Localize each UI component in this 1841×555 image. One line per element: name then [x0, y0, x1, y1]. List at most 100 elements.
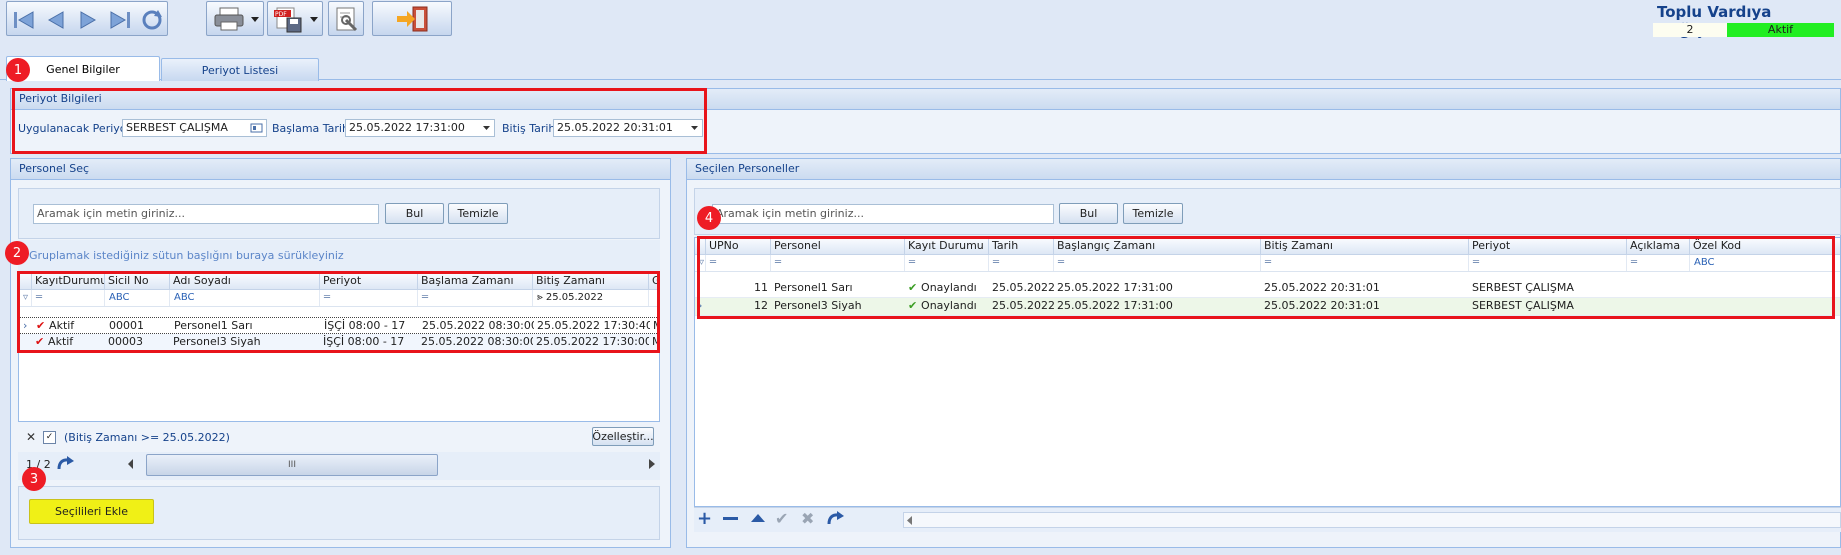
column-header[interactable]: Bitiş Zamanı	[533, 273, 649, 290]
filter-equals-icon[interactable]: ═	[905, 255, 989, 271]
print-button[interactable]	[206, 1, 264, 36]
approved-check-icon: ✔	[908, 299, 922, 312]
lookup-icon[interactable]	[250, 122, 264, 134]
printer-icon	[214, 7, 244, 31]
last-record-button[interactable]	[105, 3, 135, 36]
table-row[interactable]: › 12 Personel3 Siyah ✔ Onaylandı 25.05.2…	[695, 298, 1840, 316]
column-header[interactable]: Adı Soyadı	[170, 273, 320, 290]
column-header[interactable]: Açıklama	[1627, 238, 1690, 255]
left-search-input[interactable]: Aramak için metin giriniz...	[33, 204, 379, 224]
g-cell: M	[650, 318, 659, 333]
filter-equals-icon[interactable]: ═	[989, 255, 1054, 271]
column-header[interactable]: G	[649, 273, 659, 290]
add-selected-button[interactable]: Seçilileri Ekle	[29, 499, 154, 524]
exit-button[interactable]	[372, 1, 452, 36]
previous-record-button[interactable]	[41, 3, 71, 36]
start-date-value: 25.05.2022 17:31:00	[349, 121, 465, 134]
text-filter-icon[interactable]: ABC	[170, 290, 320, 306]
period-cell: SERBEST ÇALIŞMA	[1472, 281, 1574, 294]
pdf-export-button[interactable]: PDF	[267, 1, 323, 36]
left-filter-row: ▿ ═ ABC ABC ═ ═ ⪢ 25.05.2022	[19, 290, 659, 307]
redo-icon[interactable]	[56, 455, 76, 473]
check-icon: ✔	[36, 319, 50, 332]
upno-cell: 11	[754, 281, 768, 294]
filter-equals-icon[interactable]: ═	[706, 255, 771, 271]
table-row[interactable]: ✔ Aktif 00003 Personel3 Siyah İŞÇİ 08:00…	[19, 334, 659, 351]
add-icon[interactable]: +	[697, 508, 712, 530]
right-find-button[interactable]: Bul	[1059, 203, 1118, 224]
text-filter-icon[interactable]: ABC	[105, 290, 170, 306]
status-badge: Aktif	[1727, 23, 1834, 37]
table-row[interactable]: › ✔ Aktif 00001 Personel1 Sarı İŞÇİ 08:0…	[19, 317, 659, 334]
check-icon: ✔	[35, 335, 49, 348]
column-header[interactable]: Başlama Zamanı	[418, 273, 533, 290]
filter-enable-checkbox[interactable]: ✓	[43, 431, 56, 444]
status-value: Aktif	[49, 319, 75, 332]
row-indicator-header	[695, 238, 706, 255]
left-grid: KayıtDurumu Sicil No Adı Soyadı Periyot …	[18, 272, 660, 422]
status-cell: ✔ Aktif	[33, 318, 106, 333]
filter-equals-icon[interactable]: ═	[32, 290, 105, 306]
next-record-icon	[80, 10, 97, 29]
period-field[interactable]: SERBEST ÇALIŞMA	[122, 119, 267, 137]
end-date-field[interactable]: 25.05.2022 20:31:01	[553, 119, 703, 137]
column-header[interactable]: Başlangıç Zamanı	[1054, 238, 1261, 255]
tab-periyot-listesi[interactable]: Periyot Listesi	[161, 58, 319, 81]
end-date-filter[interactable]: ⪢ 25.05.2022	[533, 290, 649, 306]
start-date-field[interactable]: 25.05.2022 17:31:00	[345, 119, 495, 137]
settings-button[interactable]	[328, 1, 364, 36]
annotation-badge-2: 2	[5, 241, 29, 265]
column-header[interactable]: Kayıt Durumu	[905, 238, 989, 255]
right-horizontal-scrollbar[interactable]	[903, 512, 1841, 528]
end-cell: 25.05.2022 20:31:01	[1264, 299, 1380, 312]
column-header[interactable]: KayıtDurumu	[32, 273, 105, 290]
end-date-value: 25.05.2022 20:31:01	[557, 121, 673, 134]
column-header[interactable]: Sicil No	[105, 273, 170, 290]
right-filter-row: ▿ ═ ═ ═ ═ ═ ═ ═ ═ ABC	[695, 255, 1840, 272]
navigation-toolbar	[6, 1, 168, 36]
annotation-badge-1: 1	[6, 58, 30, 82]
left-find-button[interactable]: Bul	[385, 203, 444, 224]
column-header[interactable]: UPNo	[706, 238, 771, 255]
column-header[interactable]: Periyot	[1469, 238, 1627, 255]
start-cell: 25.05.2022 08:30:00	[422, 319, 534, 332]
first-record-button[interactable]	[9, 3, 39, 36]
scroll-right-icon[interactable]	[649, 459, 655, 469]
refresh-button[interactable]	[137, 3, 167, 36]
right-search-input[interactable]: Aramak için metin giriniz...	[712, 204, 1054, 224]
customize-button[interactable]: Özelleştir...	[592, 427, 654, 446]
filter-text: (Bitiş Zamanı >= 25.05.2022)	[64, 431, 230, 444]
table-row[interactable]: 11 Personel1 Sarı ✔ Onaylandı 25.05.2022…	[695, 280, 1840, 298]
left-clear-button[interactable]: Temizle	[448, 203, 508, 224]
close-filter-icon[interactable]: ✕	[26, 430, 36, 444]
scroll-left-icon[interactable]	[907, 516, 913, 525]
column-header[interactable]: Periyot	[320, 273, 418, 290]
filter-equals-icon[interactable]: ═	[771, 255, 905, 271]
move-up-icon[interactable]	[751, 513, 765, 523]
undo-icon[interactable]	[826, 510, 846, 527]
filter-equals-icon[interactable]: ═	[320, 290, 418, 306]
text-filter-icon[interactable]: ABC	[1690, 255, 1840, 271]
end-cell: 25.05.2022 17:30:40	[537, 319, 650, 332]
column-header[interactable]: Tarih	[989, 238, 1054, 255]
filter-equals-icon[interactable]: ═	[1627, 255, 1690, 271]
next-record-button[interactable]	[73, 3, 103, 36]
column-header[interactable]: Özel Kod	[1690, 238, 1840, 255]
confirm-icon[interactable]: ✔	[775, 508, 788, 530]
scroll-left-icon[interactable]	[128, 459, 134, 469]
name-cell: Personel3 Siyah	[173, 335, 261, 348]
column-header[interactable]: Personel	[771, 238, 905, 255]
filter-equals-icon[interactable]: ═	[418, 290, 533, 306]
annotation-badge-3: 3	[22, 467, 46, 491]
chevron-down-icon	[251, 17, 259, 22]
right-clear-button[interactable]: Temizle	[1123, 203, 1183, 224]
filter-equals-icon[interactable]: ═	[1054, 255, 1261, 271]
column-header[interactable]: Bitiş Zamanı	[1261, 238, 1469, 255]
remove-icon[interactable]	[723, 517, 738, 520]
filter-equals-icon[interactable]: ═	[1469, 255, 1627, 271]
state-cell: ✔ Onaylandı	[905, 298, 989, 313]
filter-equals-icon[interactable]: ═	[1261, 255, 1469, 271]
name-cell: Personel1 Sarı	[174, 319, 253, 332]
horizontal-scrollbar-thumb[interactable]: III	[146, 454, 438, 476]
cancel-icon[interactable]: ✖	[801, 508, 814, 530]
